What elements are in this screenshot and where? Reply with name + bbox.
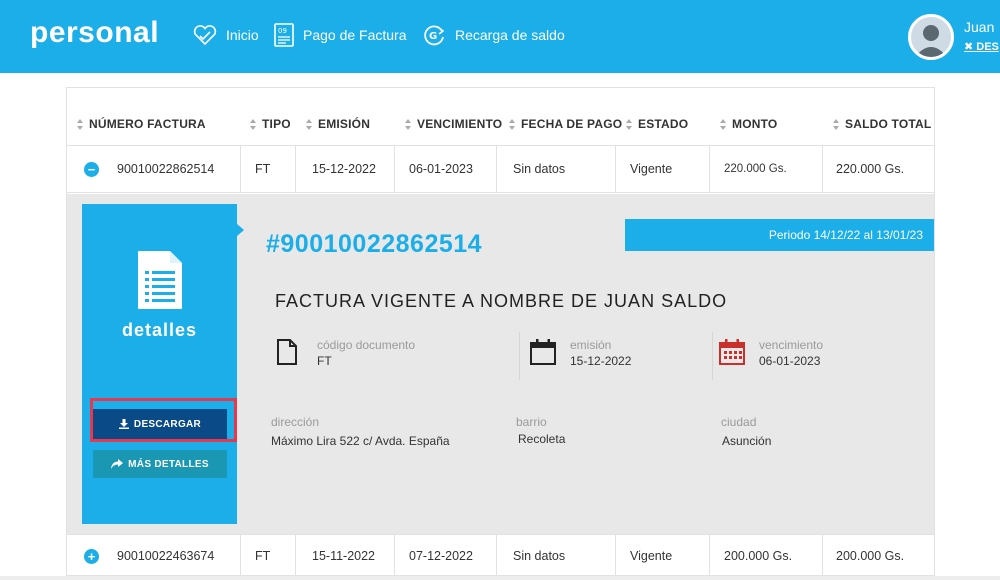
column-header-emision[interactable]: EMISIÓN <box>306 117 370 131</box>
sort-icon <box>77 118 84 130</box>
cell-tipo: FT <box>241 535 296 575</box>
invoice-detail-panel: detalles DESCARGAR MÁS DETALLES #9001002… <box>67 194 934 534</box>
svg-text:09: 09 <box>278 27 287 35</box>
detalles-title: detalles <box>121 320 198 340</box>
logout-link[interactable]: ✖ DES <box>964 40 999 53</box>
table-header: NÚMERO FACTURA TIPO EMISIÓN VENCIMIENTO … <box>67 88 934 146</box>
invoice-table: NÚMERO FACTURA TIPO EMISIÓN VENCIMIENTO … <box>66 87 935 576</box>
pointer-arrow <box>237 224 244 236</box>
direccion-value: Máximo Lira 522 c/ Avda. España <box>271 434 450 448</box>
document-icon <box>138 251 182 309</box>
user-silhouette-icon <box>911 17 951 57</box>
nav-pago-label: Pago de Factura <box>303 27 407 43</box>
more-details-button[interactable]: MÁS DETALLES <box>93 450 227 478</box>
periodo-label: Periodo 14/12/22 al 13/01/23 <box>625 219 934 251</box>
column-header-vencimiento[interactable]: VENCIMIENTO <box>405 117 502 131</box>
download-icon <box>118 419 129 429</box>
calendar-due-icon <box>719 339 745 365</box>
user-avatar[interactable] <box>908 14 954 60</box>
nav-inicio-label: Inicio <box>226 27 259 43</box>
download-button[interactable]: DESCARGAR <box>93 409 227 439</box>
cell-tipo: FT <box>241 146 296 192</box>
detalles-sidebar: detalles DESCARGAR MÁS DETALLES <box>82 204 237 524</box>
invoice-number-heading: #90010022862514 <box>266 230 483 258</box>
cell-fecha-pago: Sin datos <box>497 535 616 575</box>
column-header-tipo[interactable]: TIPO <box>250 117 291 131</box>
cell-numero: − 90010022862514 <box>67 146 241 192</box>
nav-pago-de-factura[interactable]: 09 Pago de Factura <box>273 22 407 48</box>
cell-monto: 220.000 Gs. <box>710 146 823 192</box>
cell-saldo: 220.000 Gs. <box>836 162 905 176</box>
column-header-monto[interactable]: MONTO <box>720 117 777 131</box>
nav-recarga-label: Recarga de saldo <box>455 27 565 43</box>
sort-icon <box>306 118 313 130</box>
cell-vencimiento: 06-01-2023 <box>395 146 497 192</box>
barrio-label: barrio <box>516 415 547 429</box>
cell-estado: Vigente <box>616 535 710 575</box>
calendar-icon <box>530 339 556 365</box>
invoice-title: FACTURA VIGENTE A NOMBRE DE JUAN SALDO <box>275 291 728 311</box>
sort-icon <box>405 118 412 130</box>
cell-numero: + 90010022463674 <box>67 535 241 575</box>
column-header-numero[interactable]: NÚMERO FACTURA <box>77 117 206 131</box>
ciudad-label: ciudad <box>721 415 757 429</box>
share-arrow-icon <box>111 459 124 469</box>
column-header-saldo-total[interactable]: SALDO TOTAL <box>833 117 931 131</box>
barrio-value: Recoleta <box>518 432 566 446</box>
svg-text:G: G <box>429 31 437 42</box>
divider <box>712 332 713 380</box>
table-row[interactable]: − 90010022862514 FT 15-12-2022 06-01-202… <box>67 146 934 193</box>
expand-toggle-icon[interactable]: + <box>84 548 99 564</box>
sort-icon <box>720 118 727 130</box>
personal-logo[interactable]: personal <box>30 16 159 50</box>
cell-vencimiento: 07-12-2022 <box>395 535 497 575</box>
sort-icon <box>626 118 633 130</box>
column-header-fecha-de-pago[interactable]: FECHA DE PAGO <box>509 117 622 131</box>
nav-inicio[interactable]: Inicio <box>192 22 259 48</box>
ciudad-value: Asunción <box>722 434 772 448</box>
bottom-divider <box>0 576 1000 580</box>
cell-emision: 15-12-2022 <box>296 146 395 192</box>
divider <box>519 332 520 380</box>
sort-icon <box>509 118 516 130</box>
cell-monto: 200.000 Gs. <box>710 535 823 575</box>
sort-icon <box>250 118 257 130</box>
cell-fecha-pago: Sin datos <box>497 146 616 192</box>
sort-icon <box>833 118 840 130</box>
file-icon <box>277 339 297 365</box>
recharge-icon: G <box>424 25 445 46</box>
top-navigation-bar: personal Inicio 09 Pago de Factura G Rec… <box>0 0 1000 73</box>
user-name: Juan <box>964 19 995 35</box>
invoice-icon: 09 <box>274 23 294 47</box>
heart-icon <box>193 25 217 46</box>
cell-emision: 15-11-2022 <box>296 535 395 575</box>
table-row[interactable]: + 90010022463674 FT 15-11-2022 07-12-202… <box>67 534 934 575</box>
collapse-toggle-icon[interactable]: − <box>84 161 99 177</box>
direccion-label: dirección <box>271 415 320 429</box>
nav-recarga-de-saldo[interactable]: G Recarga de saldo <box>421 22 565 48</box>
cell-saldo: 200.000 Gs. <box>836 549 905 563</box>
column-header-estado[interactable]: ESTADO <box>626 117 688 131</box>
cell-estado: Vigente <box>616 146 710 192</box>
